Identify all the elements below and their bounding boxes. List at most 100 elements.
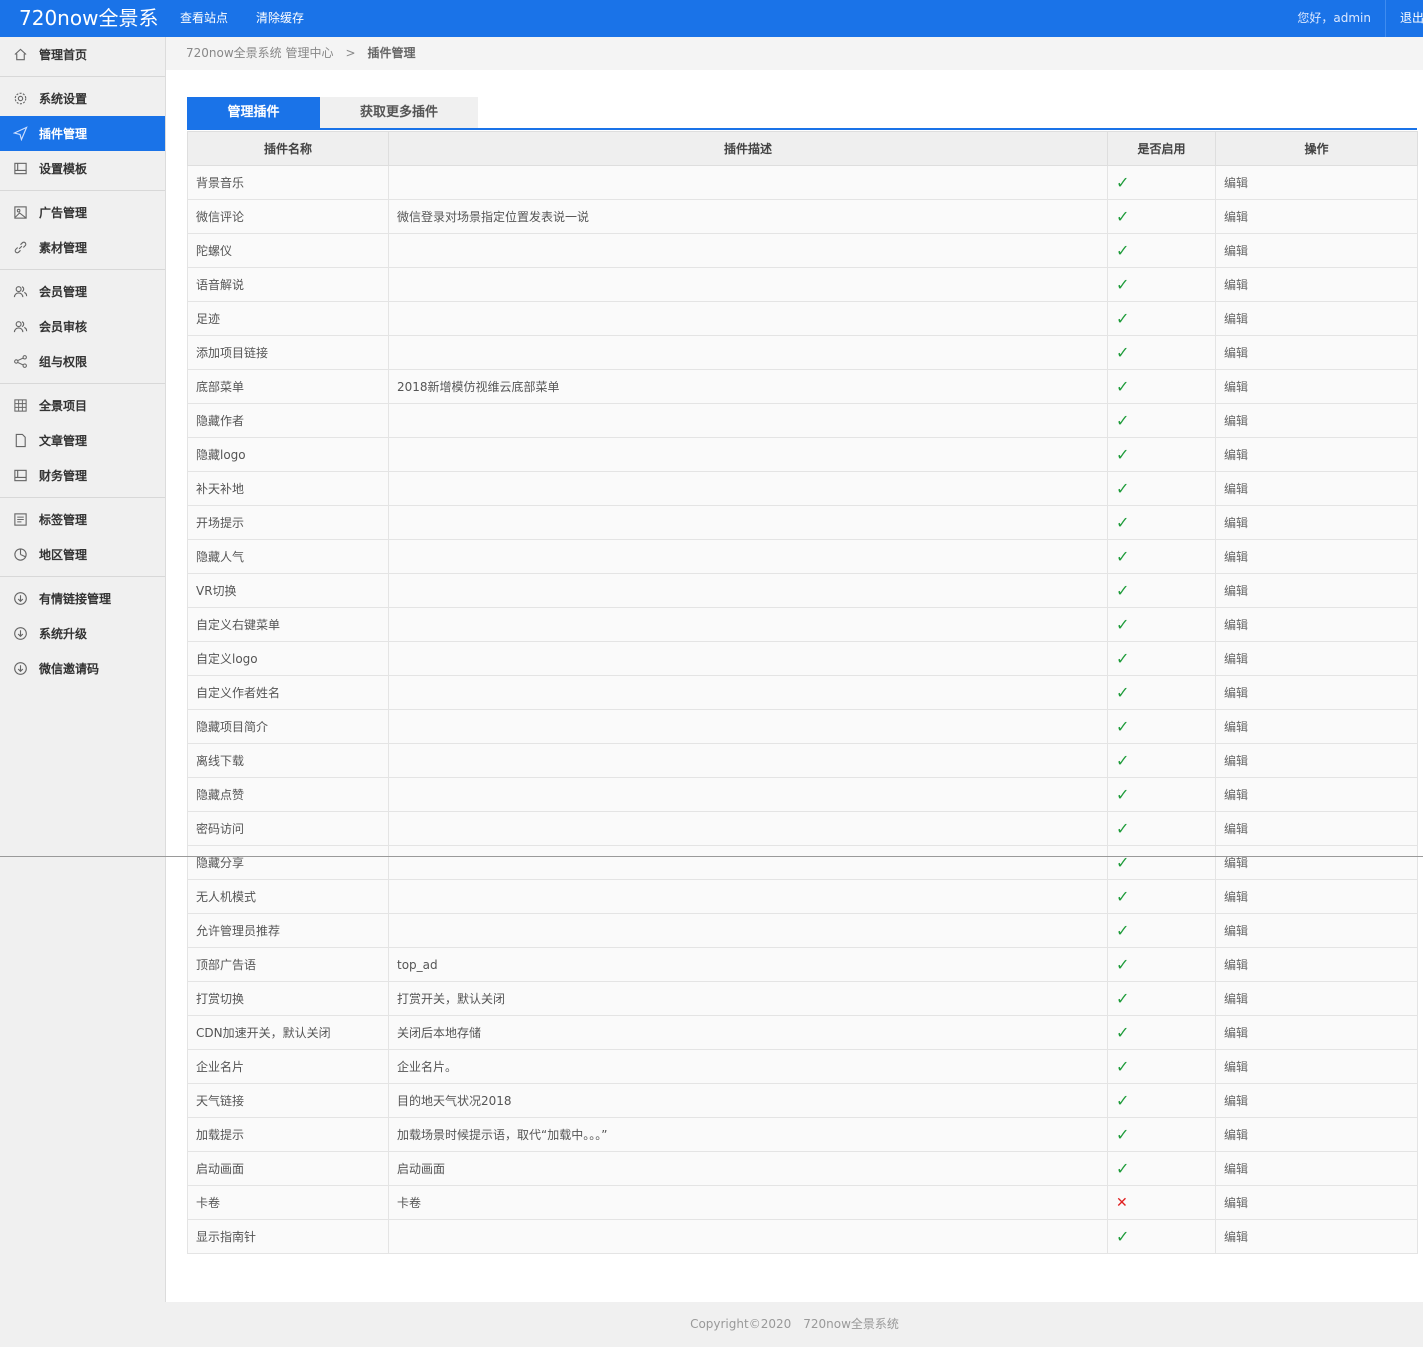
edit-link[interactable]: 编辑: [1224, 1026, 1248, 1040]
plugin-name: 背景音乐: [187, 165, 389, 200]
table-row: 企业名片 企业名片。 ✓ 编辑: [187, 1049, 1418, 1084]
check-icon[interactable]: ✓: [1116, 275, 1129, 294]
edit-link[interactable]: 编辑: [1224, 312, 1248, 326]
plugin-enabled-cell: ✓: [1107, 267, 1216, 302]
sidebar-item[interactable]: 会员管理: [0, 274, 165, 309]
logout-link[interactable]: 退出: [1385, 0, 1423, 37]
check-icon[interactable]: ✓: [1116, 1227, 1129, 1246]
plugin-name: 补天补地: [187, 471, 389, 506]
edit-link[interactable]: 编辑: [1224, 856, 1248, 870]
edit-link[interactable]: 编辑: [1224, 618, 1248, 632]
table-row: 陀螺仪 ✓ 编辑: [187, 233, 1418, 268]
check-icon[interactable]: ✓: [1116, 581, 1129, 600]
sidebar-item[interactable]: 有情链接管理: [0, 581, 165, 616]
tab-manage-plugins[interactable]: 管理插件: [187, 97, 320, 128]
edit-link[interactable]: 编辑: [1224, 1128, 1248, 1142]
sidebar-item[interactable]: 管理首页: [0, 37, 165, 72]
sidebar-item[interactable]: 素材管理: [0, 230, 165, 265]
table-row: 启动画面 启动画面 ✓ 编辑: [187, 1151, 1418, 1186]
sidebar-item[interactable]: 会员审核: [0, 309, 165, 344]
check-icon[interactable]: ✓: [1116, 649, 1129, 668]
plugin-description: [388, 165, 1108, 200]
plugin-name: 隐藏人气: [187, 539, 389, 574]
sidebar-item[interactable]: 地区管理: [0, 537, 165, 572]
edit-link[interactable]: 编辑: [1224, 584, 1248, 598]
sidebar-item[interactable]: 文章管理: [0, 423, 165, 458]
check-icon[interactable]: ✓: [1116, 309, 1129, 328]
check-icon[interactable]: ✓: [1116, 921, 1129, 940]
sidebar-item[interactable]: 广告管理: [0, 195, 165, 230]
check-icon[interactable]: ✓: [1116, 411, 1129, 430]
check-icon[interactable]: ✓: [1116, 887, 1129, 906]
edit-link[interactable]: 编辑: [1224, 550, 1248, 564]
sidebar-item[interactable]: 财务管理: [0, 458, 165, 493]
check-icon[interactable]: ✓: [1116, 445, 1129, 464]
edit-link[interactable]: 编辑: [1224, 1196, 1248, 1210]
edit-link[interactable]: 编辑: [1224, 1230, 1248, 1244]
edit-link[interactable]: 编辑: [1224, 1060, 1248, 1074]
sidebar-item[interactable]: 插件管理: [0, 116, 165, 151]
check-icon[interactable]: ✓: [1116, 479, 1129, 498]
edit-link[interactable]: 编辑: [1224, 958, 1248, 972]
check-icon[interactable]: ✓: [1116, 1057, 1129, 1076]
edit-link[interactable]: 编辑: [1224, 210, 1248, 224]
tab-get-more-plugins[interactable]: 获取更多插件: [320, 97, 478, 128]
edit-link[interactable]: 编辑: [1224, 516, 1248, 530]
edit-link[interactable]: 编辑: [1224, 890, 1248, 904]
edit-link[interactable]: 编辑: [1224, 652, 1248, 666]
edit-link[interactable]: 编辑: [1224, 244, 1248, 258]
edit-link[interactable]: 编辑: [1224, 414, 1248, 428]
edit-link[interactable]: 编辑: [1224, 346, 1248, 360]
edit-link[interactable]: 编辑: [1224, 380, 1248, 394]
plugin-enabled-cell: ✓: [1107, 437, 1216, 472]
check-icon[interactable]: ✓: [1116, 1091, 1129, 1110]
edit-link[interactable]: 编辑: [1224, 1094, 1248, 1108]
check-icon[interactable]: ✓: [1116, 1125, 1129, 1144]
view-site-link[interactable]: 查看站点: [166, 0, 242, 37]
edit-link[interactable]: 编辑: [1224, 448, 1248, 462]
edit-link[interactable]: 编辑: [1224, 720, 1248, 734]
home-icon: [12, 47, 28, 63]
edit-link[interactable]: 编辑: [1224, 278, 1248, 292]
clear-cache-link[interactable]: 清除缓存: [242, 0, 318, 37]
edit-link[interactable]: 编辑: [1224, 788, 1248, 802]
edit-link[interactable]: 编辑: [1224, 482, 1248, 496]
cross-icon[interactable]: ✕: [1116, 1195, 1128, 1211]
sidebar-item[interactable]: 微信邀请码: [0, 651, 165, 686]
check-icon[interactable]: ✓: [1116, 717, 1129, 736]
sidebar-item[interactable]: 全景项目: [0, 388, 165, 423]
check-icon[interactable]: ✓: [1116, 955, 1129, 974]
edit-link[interactable]: 编辑: [1224, 822, 1248, 836]
edit-link[interactable]: 编辑: [1224, 1162, 1248, 1176]
app-logo[interactable]: 720now全景系: [0, 0, 166, 37]
check-icon[interactable]: ✓: [1116, 343, 1129, 362]
sidebar-item[interactable]: 组与权限: [0, 344, 165, 379]
check-icon[interactable]: ✓: [1116, 513, 1129, 532]
edit-link[interactable]: 编辑: [1224, 686, 1248, 700]
sidebar-item[interactable]: 系统升级: [0, 616, 165, 651]
sidebar-item[interactable]: 设置模板: [0, 151, 165, 186]
check-icon[interactable]: ✓: [1116, 377, 1129, 396]
check-icon[interactable]: ✓: [1116, 241, 1129, 260]
check-icon[interactable]: ✓: [1116, 819, 1129, 838]
edit-link[interactable]: 编辑: [1224, 924, 1248, 938]
check-icon[interactable]: ✓: [1116, 173, 1129, 192]
sidebar-item[interactable]: 标签管理: [0, 502, 165, 537]
plugin-name: 隐藏点赞: [187, 777, 389, 812]
check-icon[interactable]: ✓: [1116, 207, 1129, 226]
check-icon[interactable]: ✓: [1116, 989, 1129, 1008]
check-icon[interactable]: ✓: [1116, 547, 1129, 566]
edit-link[interactable]: 编辑: [1224, 176, 1248, 190]
edit-link[interactable]: 编辑: [1224, 754, 1248, 768]
sidebar-item[interactable]: 系统设置: [0, 81, 165, 116]
plugin-description: [388, 811, 1108, 846]
check-icon[interactable]: ✓: [1116, 615, 1129, 634]
edit-link[interactable]: 编辑: [1224, 992, 1248, 1006]
plugin-actions-cell: 编辑: [1215, 403, 1418, 438]
breadcrumb-root[interactable]: 720now全景系统 管理中心: [186, 46, 333, 60]
check-icon[interactable]: ✓: [1116, 1023, 1129, 1042]
check-icon[interactable]: ✓: [1116, 683, 1129, 702]
check-icon[interactable]: ✓: [1116, 1159, 1129, 1178]
check-icon[interactable]: ✓: [1116, 751, 1129, 770]
check-icon[interactable]: ✓: [1116, 785, 1129, 804]
